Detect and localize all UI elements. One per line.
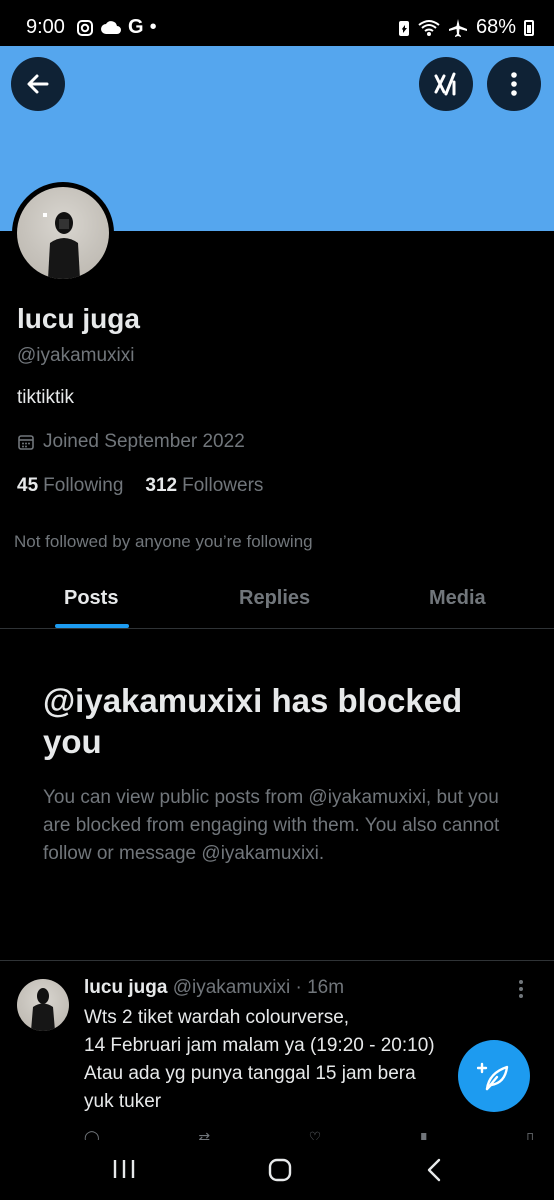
small-decor-dot xyxy=(43,213,47,217)
tweet-author-name[interactable]: lucu juga xyxy=(84,977,167,998)
system-back-button[interactable] xyxy=(426,1158,442,1187)
status-time: 9:00 xyxy=(26,16,65,38)
tab-replies[interactable]: Replies xyxy=(239,587,310,610)
tweet-more-button[interactable] xyxy=(518,979,524,1004)
tab-posts[interactable]: Posts xyxy=(64,587,118,610)
profile-tabs: Posts Replies Media xyxy=(0,570,554,629)
tweet-header: lucu juga @iyakamuxixi · 16m xyxy=(84,977,344,999)
dot-icon: • xyxy=(149,16,157,38)
joined-date: Joined September 2022 xyxy=(17,431,245,453)
battery-icon xyxy=(524,19,534,36)
tweet-line: 14 Februari jam malam ya (19:20 - 20:10) xyxy=(84,1035,435,1056)
more-vertical-icon xyxy=(511,72,517,96)
tweet-line: yuk tuker xyxy=(84,1091,162,1112)
compose-post-icon xyxy=(477,1062,509,1091)
tweet-line: Wts 2 tiket wardah colourverse, xyxy=(84,1007,350,1028)
profile-avatar[interactable] xyxy=(12,182,114,284)
followers-count: 312 xyxy=(145,475,178,496)
tweet-separator: · xyxy=(295,977,302,998)
wifi-icon xyxy=(418,19,440,36)
compose-post-button[interactable] xyxy=(458,1040,530,1112)
following-count: 45 xyxy=(17,475,39,496)
following-link[interactable]: 45 Following xyxy=(17,475,123,497)
profile-bio: tiktiktik xyxy=(17,387,74,408)
active-tab-indicator xyxy=(55,624,129,628)
grok-icon xyxy=(434,72,456,96)
status-right: 68% xyxy=(398,16,534,39)
person-figure xyxy=(48,212,80,279)
more-vertical-icon xyxy=(519,980,523,998)
status-bar: 9:00 G • 68% xyxy=(0,0,554,46)
home-icon xyxy=(268,1158,292,1182)
not-followed-text: Not followed by anyone you’re following xyxy=(14,532,313,551)
followers-label: Followers xyxy=(182,475,264,496)
tweet-time: 16m xyxy=(307,977,345,998)
cloud-icon xyxy=(101,20,121,34)
tweet-line: Atau ada yg punya tanggal 15 jam bera xyxy=(84,1063,416,1084)
arrow-left-icon xyxy=(27,74,49,94)
chevron-left-icon xyxy=(427,1158,441,1182)
grok-button[interactable] xyxy=(419,57,473,111)
tweet-avatar[interactable] xyxy=(17,979,69,1031)
profile-name: lucu juga xyxy=(17,303,140,334)
battery-percent: 68% xyxy=(475,16,516,38)
person-figure xyxy=(31,988,55,1031)
airplane-icon xyxy=(448,18,467,37)
tweet-text: Wts 2 tiket wardah colourverse, 14 Febru… xyxy=(84,1004,504,1116)
profile-handle: @iyakamuxixi xyxy=(17,345,135,366)
follow-stats: 45 Following 312 Followers xyxy=(17,475,263,497)
back-button[interactable] xyxy=(11,57,65,111)
blocked-body: You can view public posts from @iyakamux… xyxy=(43,787,500,864)
battery-saver-icon xyxy=(398,20,409,36)
system-nav-bar xyxy=(0,1140,554,1200)
more-options-button[interactable] xyxy=(487,57,541,111)
google-icon: G xyxy=(128,16,144,38)
following-label: Following xyxy=(43,475,124,496)
blocked-title: @iyakamuxixi has blocked you xyxy=(43,682,463,760)
calendar-icon xyxy=(18,435,34,450)
home-button[interactable] xyxy=(268,1158,292,1187)
recent-apps-button[interactable] xyxy=(112,1158,136,1185)
instagram-icon xyxy=(77,19,93,36)
avatar-photo xyxy=(17,187,109,279)
tab-media[interactable]: Media xyxy=(429,587,486,610)
followers-link[interactable]: 312 Followers xyxy=(145,475,263,497)
recent-apps-icon xyxy=(113,1160,135,1178)
status-left-icons: G • xyxy=(76,16,157,39)
joined-text: Joined September 2022 xyxy=(43,431,245,452)
tweet-author-handle: @iyakamuxixi xyxy=(172,977,291,998)
